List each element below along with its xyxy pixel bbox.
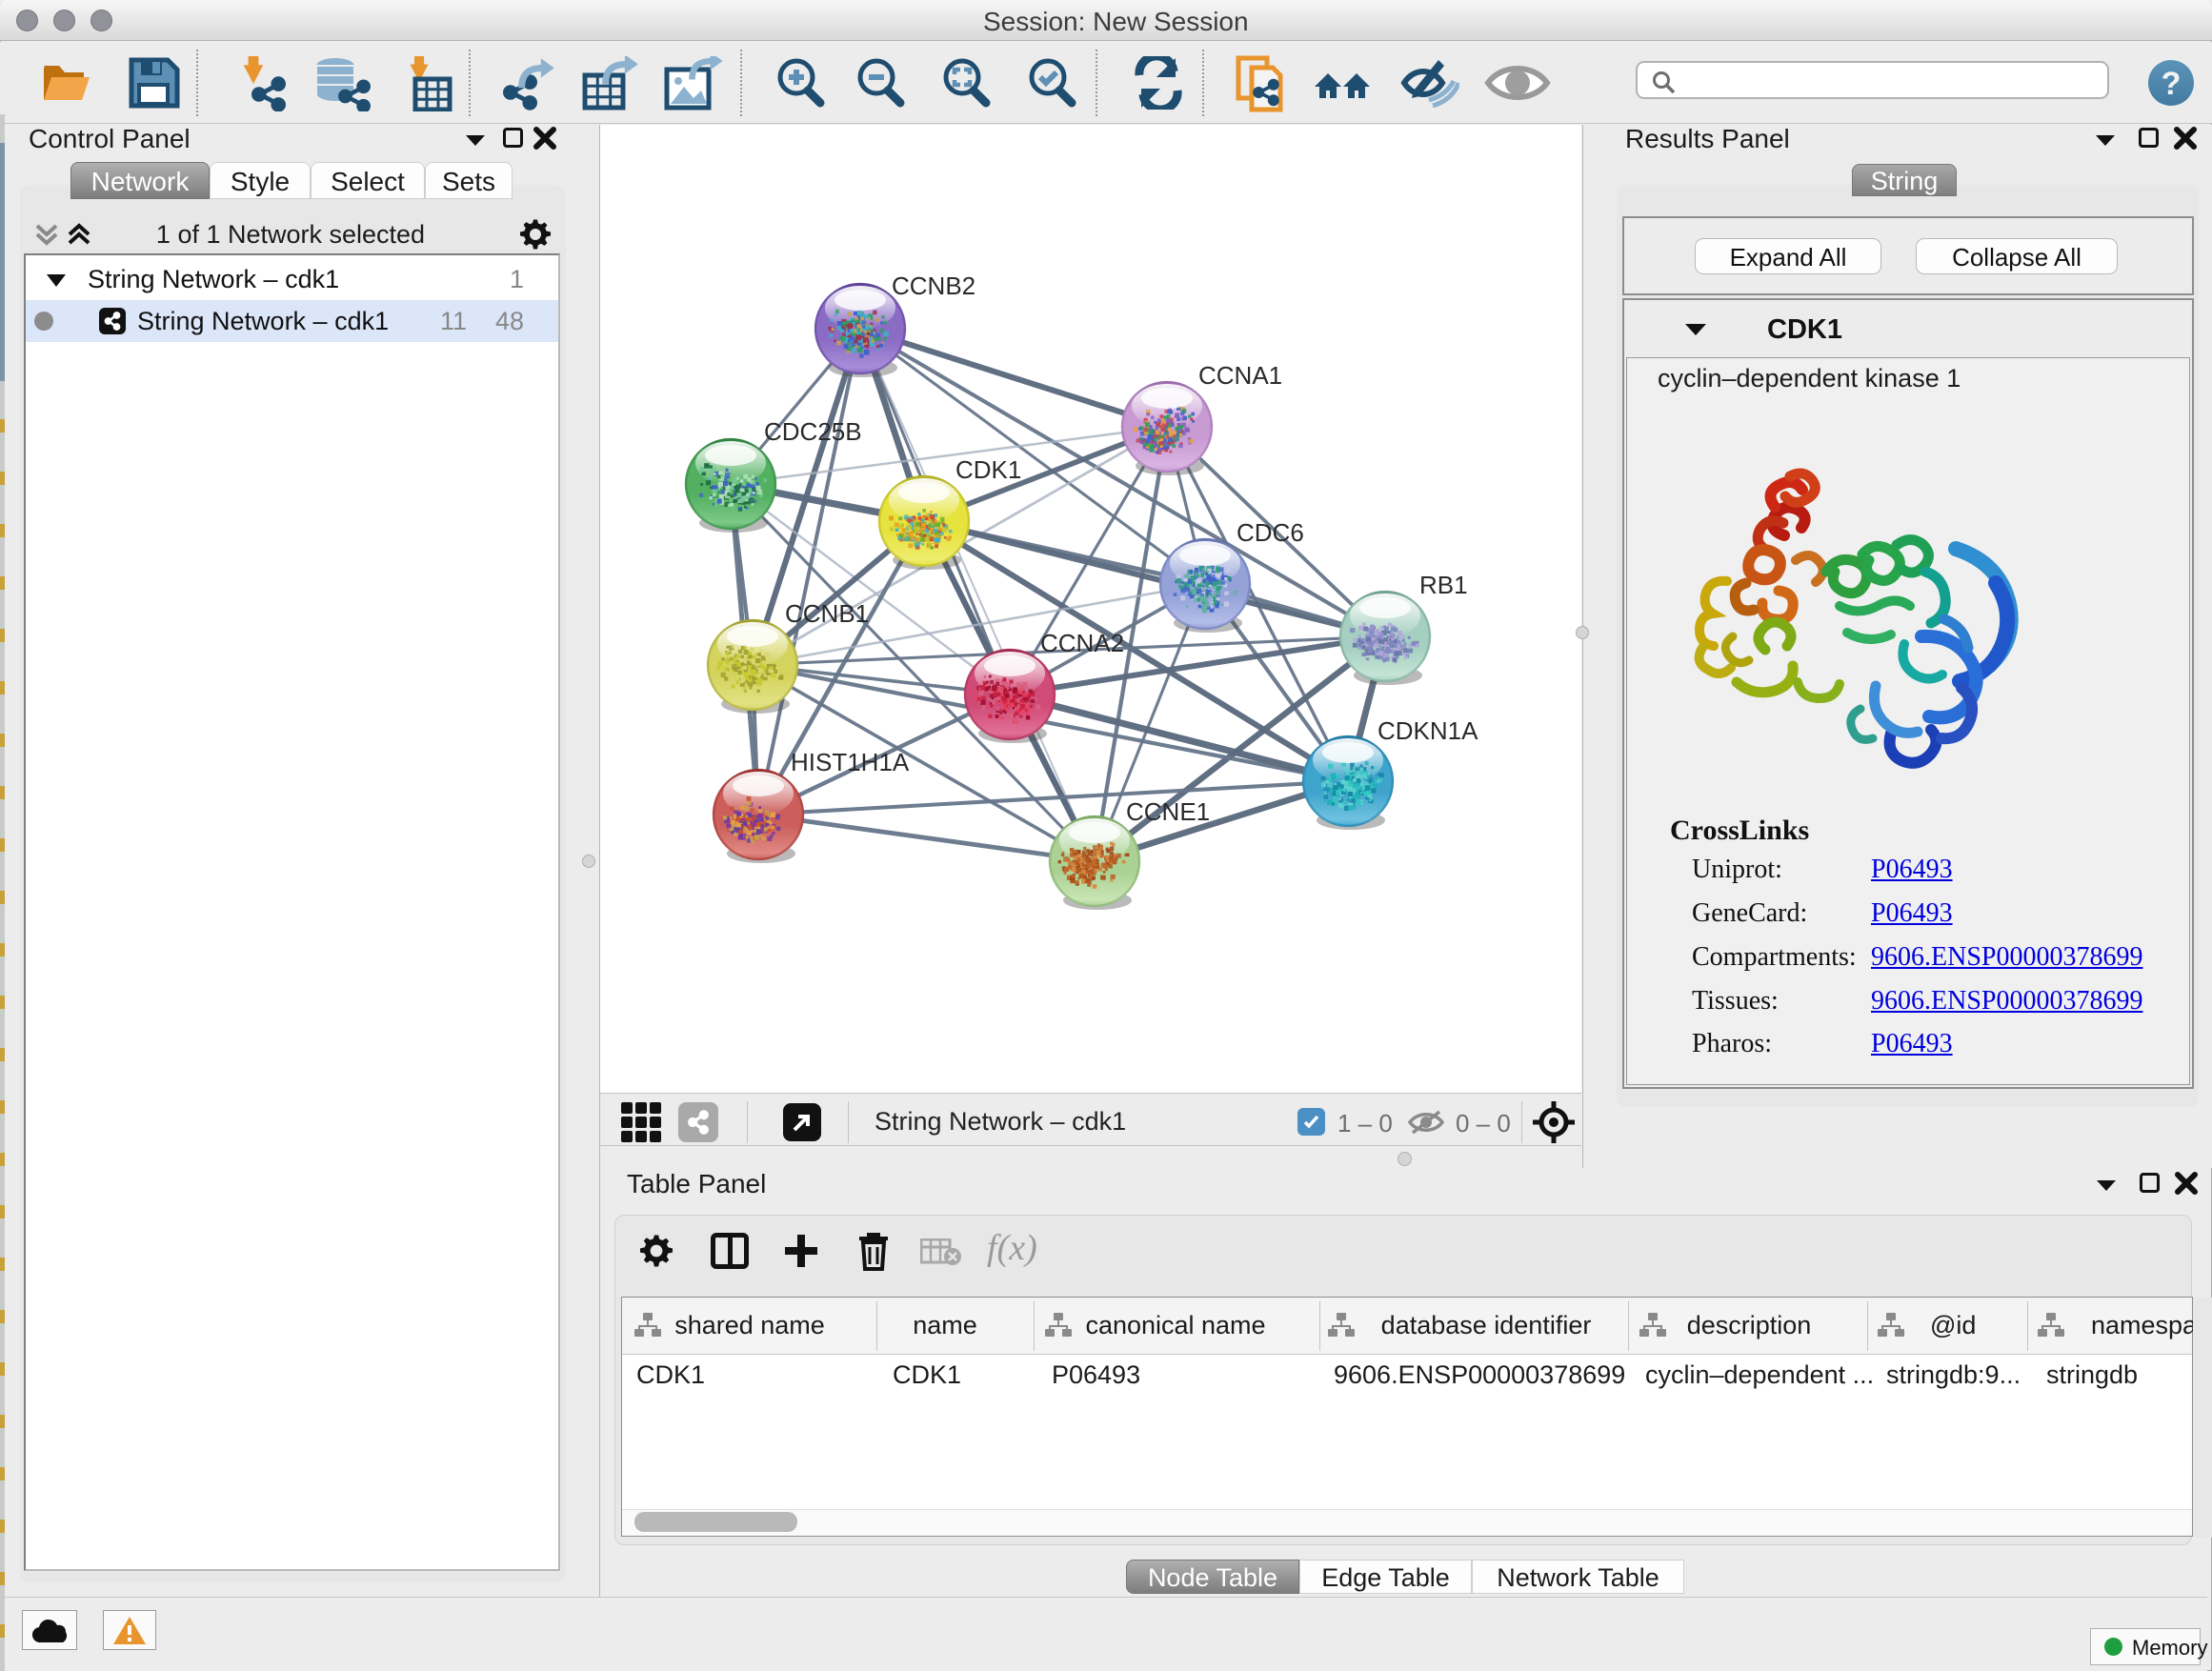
svg-text:CCNA1: CCNA1	[1198, 361, 1282, 390]
svg-text:CDKN1A: CDKN1A	[1377, 716, 1478, 745]
svg-text:CDK1: CDK1	[955, 455, 1021, 484]
svg-text:CDC6: CDC6	[1237, 518, 1304, 547]
svg-text:CCNE1: CCNE1	[1126, 797, 1210, 826]
svg-text:HIST1H1A: HIST1H1A	[791, 748, 910, 776]
svg-text:CCNB1: CCNB1	[785, 599, 869, 628]
svg-text:CDC25B: CDC25B	[764, 417, 862, 446]
svg-text:RB1: RB1	[1419, 571, 1468, 599]
svg-text:CCNB2: CCNB2	[892, 272, 975, 300]
svg-text:CCNA2: CCNA2	[1040, 629, 1124, 657]
